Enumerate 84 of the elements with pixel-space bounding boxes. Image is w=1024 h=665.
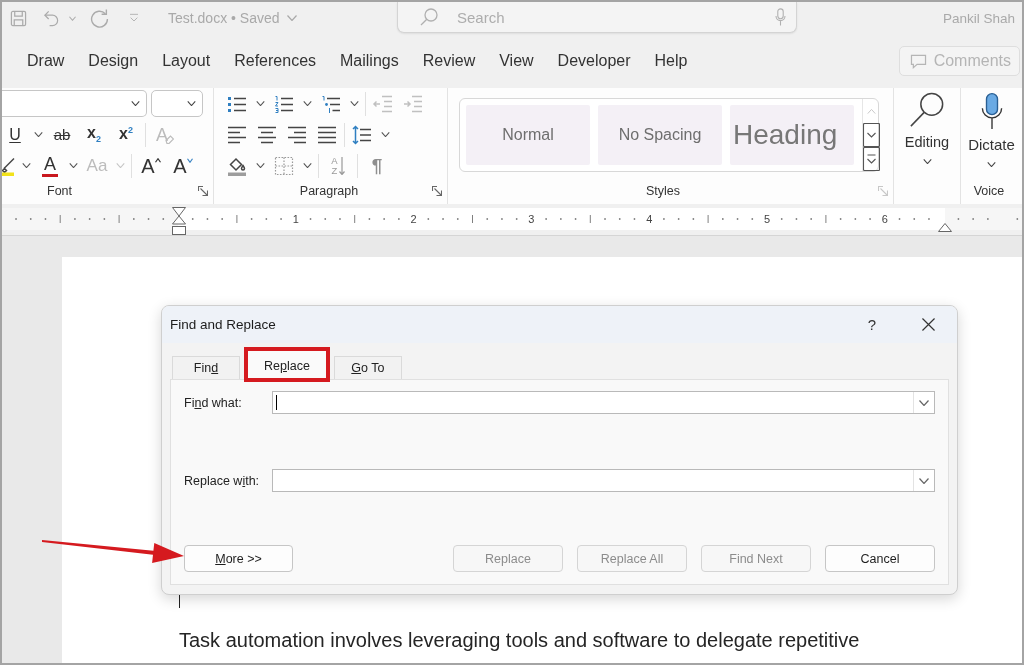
borders-icon[interactable] <box>273 155 295 176</box>
ruler-number: 4 <box>646 213 653 225</box>
ribbon-tab[interactable]: Draw <box>15 45 77 77</box>
microphone-icon <box>980 92 1003 130</box>
dialog-tab[interactable]: Go To <box>333 356 402 379</box>
align-center-icon[interactable] <box>256 124 278 145</box>
chevron-down-icon[interactable] <box>303 163 312 168</box>
launcher-icon[interactable] <box>198 186 208 196</box>
font-name-field[interactable] <box>2 90 147 117</box>
dialog-button[interactable]: Cancel <box>825 545 935 572</box>
group-label: Styles <box>644 184 681 198</box>
ruler-number: 3 <box>528 213 535 225</box>
indent-marker-icon[interactable] <box>938 223 952 232</box>
font-size-field[interactable] <box>151 90 203 117</box>
indent-marker-icon[interactable] <box>172 207 186 235</box>
underline-button[interactable]: U <box>2 121 28 148</box>
input-field[interactable] <box>272 391 935 414</box>
chevron-down-icon[interactable] <box>187 101 196 106</box>
ribbon-tab[interactable]: Mailings <box>328 45 411 77</box>
chevron-down-icon[interactable] <box>256 163 265 168</box>
font-color-button[interactable]: A <box>37 152 63 179</box>
group-label: Paragraph <box>298 184 360 198</box>
search-icon <box>420 8 438 26</box>
chevron-down-icon[interactable] <box>131 101 140 106</box>
ruler-number: 6 <box>881 213 888 225</box>
chevron-down-icon[interactable] <box>350 101 359 106</box>
caret-up-icon <box>154 157 161 163</box>
ruler-number: 2 <box>410 213 417 225</box>
caret-down-icon <box>186 157 193 163</box>
paragraph-text: Task automation involves leveraging tools and software to delegate repetitive <box>179 628 861 652</box>
field-label: Find what: <box>184 395 243 410</box>
align-right-icon[interactable] <box>286 124 308 145</box>
style-tile[interactable]: Heading <box>730 105 854 165</box>
chevron-down-icon[interactable] <box>863 123 880 147</box>
chevron-down-icon <box>919 399 929 406</box>
align-left-icon[interactable] <box>226 124 248 145</box>
highlighter-icon[interactable] <box>2 155 16 176</box>
dialog-tab[interactable]: Find <box>172 356 240 379</box>
grow-font-button[interactable]: A <box>138 152 164 179</box>
chevron-down-icon[interactable] <box>256 101 265 106</box>
ruler-number: 5 <box>763 213 771 225</box>
chevron-down-icon[interactable] <box>22 163 31 168</box>
style-tile[interactable]: No Spacing <box>598 105 722 165</box>
ruler-number: 1 <box>292 213 299 225</box>
justify-icon[interactable] <box>316 124 338 145</box>
chevron-down-icon[interactable] <box>303 101 312 106</box>
style-tile[interactable]: Normal <box>466 105 590 165</box>
ribbon-tab[interactable]: Review <box>410 45 488 77</box>
chevron-down-icon[interactable] <box>381 132 390 137</box>
expand-chevron-icon[interactable] <box>863 147 880 171</box>
shrink-font-button[interactable]: A <box>170 152 196 179</box>
chevron-down-icon[interactable] <box>69 163 78 168</box>
group-label: Font <box>46 184 73 198</box>
paint-bucket-icon[interactable] <box>226 155 248 176</box>
arrow-down-icon <box>339 156 345 175</box>
superscript-button[interactable]: x$^{2}$ <box>113 121 139 148</box>
editing-button[interactable]: Editing <box>904 88 950 164</box>
ribbon-tab[interactable]: View <box>487 45 546 77</box>
help-button[interactable]: ? <box>862 312 882 337</box>
subscript-button[interactable]: x$_{2}$ <box>81 121 107 148</box>
ribbon-tab[interactable]: Design <box>76 45 151 77</box>
ribbon-tab[interactable]: Help <box>642 45 700 77</box>
input-field[interactable] <box>272 469 935 492</box>
chevron-down-icon <box>919 477 929 484</box>
chevron-down-icon <box>922 159 932 164</box>
multilevel-list-icon[interactable] <box>320 93 342 114</box>
ribbon-tab[interactable]: References <box>222 45 329 77</box>
ribbon-tab[interactable]: Layout <box>150 45 223 77</box>
dictate-button[interactable]: Dictate <box>968 88 1015 181</box>
group-label: Voice <box>972 184 1006 198</box>
search-icon <box>909 92 945 128</box>
close-icon <box>921 318 935 331</box>
dialog-button[interactable]: More >> <box>184 545 293 572</box>
field-label: Replace with: <box>184 473 261 488</box>
dialog-title: Find and Replace <box>170 317 276 332</box>
speech-bubble-icon <box>909 53 927 69</box>
chevron-down-icon[interactable] <box>34 132 43 137</box>
search-field[interactable]: Search <box>397 2 797 33</box>
numbered-list-icon[interactable] <box>273 93 295 114</box>
launcher-icon[interactable] <box>432 186 442 196</box>
ribbon-tab[interactable]: Developer <box>545 45 643 77</box>
strikethrough-button[interactable]: ab <box>49 121 75 148</box>
line-spacing-icon[interactable] <box>351 124 373 145</box>
chevron-down-icon <box>987 162 996 167</box>
